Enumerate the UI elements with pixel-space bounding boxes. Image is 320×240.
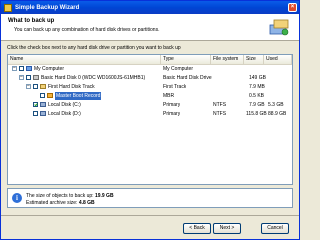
row-name: Master Boot Record xyxy=(55,92,102,100)
column-header-used[interactable]: Used xyxy=(264,55,292,64)
row-checkbox[interactable] xyxy=(33,84,38,89)
row-size: 115.8 GB xyxy=(246,111,267,117)
row-checkbox[interactable] xyxy=(19,66,24,71)
row-checkbox[interactable] xyxy=(33,111,38,116)
row-name: Basic Hard Disk 0 (WDC WD1600JS-61MHB1) xyxy=(41,75,146,81)
row-size: 0.5 KB xyxy=(249,93,265,99)
collapse-toggle[interactable]: − xyxy=(26,84,31,89)
close-button[interactable]: × xyxy=(288,3,297,12)
disk-tree-view[interactable]: Name Type File system Size Used − My Com… xyxy=(7,54,293,185)
row-type: Basic Hard Disk Drive xyxy=(163,75,212,81)
wizard-header: What to back up You can back up any comb… xyxy=(1,14,299,41)
next-button[interactable]: Next > xyxy=(213,223,241,234)
row-file-system: NTFS xyxy=(213,111,227,117)
summary-archive-line: Estimated archive size: 4.8 GB xyxy=(26,200,95,206)
tree-row[interactable]: Master Boot Record MBR 0.5 KB xyxy=(8,92,292,100)
row-name: Local Disk (C:) xyxy=(48,102,81,108)
collapse-toggle[interactable]: − xyxy=(12,66,17,71)
row-type: Primary xyxy=(163,111,181,117)
partition-icon xyxy=(40,102,46,107)
row-checkbox[interactable] xyxy=(26,75,31,80)
partition-icon xyxy=(40,111,46,116)
column-header-name[interactable]: Name xyxy=(8,55,161,64)
row-name: My Computer xyxy=(34,66,65,72)
tree-row[interactable]: − Basic Hard Disk 0 (WDC WD1600JS-61MHB1… xyxy=(8,74,292,82)
row-used: 5.3 GB xyxy=(268,102,284,108)
row-file-system: NTFS xyxy=(213,102,227,108)
row-size: 149 GB xyxy=(249,75,266,81)
row-type: First Track xyxy=(163,84,187,90)
row-type: MBR xyxy=(163,93,175,99)
row-size: 7.9 MB xyxy=(249,84,265,90)
row-type: My Computer xyxy=(163,66,194,72)
row-name: Local Disk (D:) xyxy=(48,111,81,117)
tree-row[interactable]: − My Computer My Computer xyxy=(8,65,292,73)
info-icon: i xyxy=(12,193,22,203)
backup-wizard-icon xyxy=(269,19,289,36)
row-checkbox[interactable] xyxy=(33,102,38,107)
row-size: 7.9 GB xyxy=(249,102,265,108)
row-checkbox[interactable] xyxy=(40,93,45,98)
page-subtitle: You can back up any combination of hard … xyxy=(14,27,160,33)
backup-summary-panel: i The size of objects to back up: 19.9 G… xyxy=(7,188,293,208)
disk-track-icon xyxy=(40,84,46,89)
summary-size-label: The size of objects to back up: xyxy=(26,193,94,199)
tree-row[interactable]: − First Hard Disk Track First Track 7.9 … xyxy=(8,83,292,91)
back-button[interactable]: < Back xyxy=(183,223,211,234)
window-title: Simple Backup Wizard xyxy=(15,4,80,11)
summary-size-value: 19.9 GB xyxy=(94,193,114,199)
row-used: 88.9 GB xyxy=(268,111,287,117)
page-title: What to back up xyxy=(8,18,55,24)
row-type: Primary xyxy=(163,102,181,108)
summary-size-line: The size of objects to back up: 19.9 GB xyxy=(26,193,114,199)
hard-disk-icon xyxy=(33,75,39,80)
tree-header: Name Type File system Size Used xyxy=(8,55,292,65)
cancel-button[interactable]: Cancel xyxy=(261,223,289,234)
tree-row[interactable]: Local Disk (D:) Primary NTFS 115.8 GB 88… xyxy=(8,110,292,118)
computer-icon xyxy=(26,66,32,71)
collapse-toggle[interactable]: − xyxy=(19,75,24,80)
column-header-file-system[interactable]: File system xyxy=(211,55,244,64)
row-name: First Hard Disk Track xyxy=(48,84,95,90)
summary-archive-value: 4.8 GB xyxy=(78,200,95,206)
tree-row[interactable]: Local Disk (C:) Primary NTFS 7.9 GB 5.3 … xyxy=(8,101,292,109)
wizard-window: Simple Backup Wizard × What to back up Y… xyxy=(0,0,300,240)
column-header-size[interactable]: Size xyxy=(244,55,264,64)
summary-archive-label: Estimated archive size: xyxy=(26,200,78,206)
instruction-text: Click the check box next to any hard dis… xyxy=(7,45,181,51)
title-bar[interactable]: Simple Backup Wizard × xyxy=(1,1,299,14)
app-icon xyxy=(4,3,12,12)
column-header-type[interactable]: Type xyxy=(161,55,211,64)
mbr-icon xyxy=(47,93,53,98)
footer-divider xyxy=(1,215,299,216)
